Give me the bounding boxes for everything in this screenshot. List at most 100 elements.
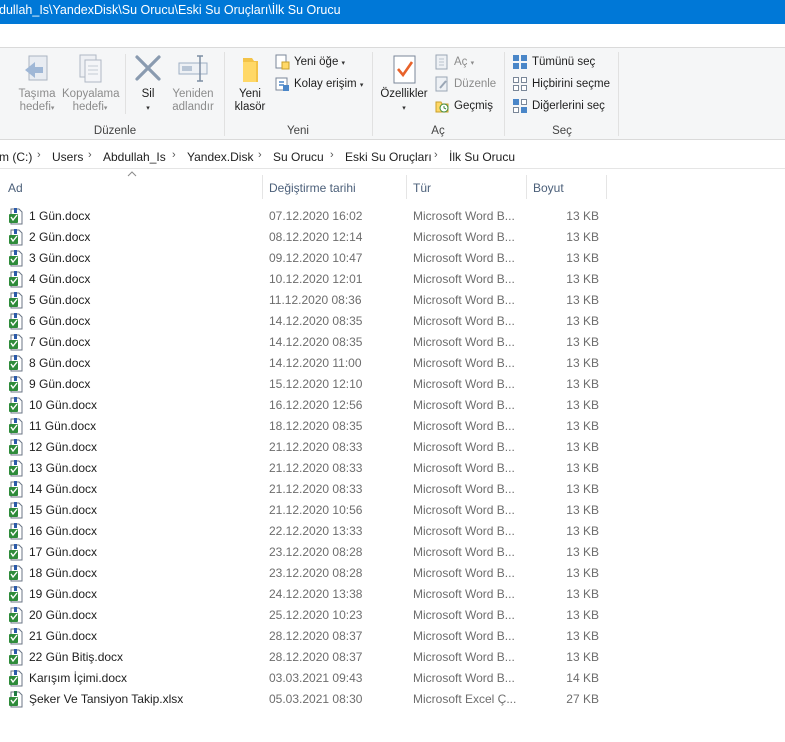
breadcrumb-user[interactable]: Abdullah_Is: [103, 150, 166, 164]
word-doc-icon: [8, 460, 24, 477]
breadcrumb-chevron-icon[interactable]: ›: [434, 149, 438, 161]
file-type: Microsoft Word B...: [413, 230, 515, 244]
file-row[interactable]: 2 Gün.docx 08.12.2020 12:14 Microsoft Word…: [0, 227, 610, 248]
word-doc-icon: [8, 250, 24, 267]
properties-button[interactable]: Özellikler ▾: [378, 52, 430, 115]
word-doc-icon: [8, 208, 24, 225]
edit-button[interactable]: Düzenle: [434, 74, 496, 94]
ribbon: Taşıma hedefi▾ Kopyalama hedefi▾ Sil ▾ Y…: [0, 48, 785, 140]
edit-icon: [434, 76, 450, 92]
file-row[interactable]: 1 Gün.docx 07.12.2020 16:02 Microsoft Word…: [0, 206, 610, 227]
file-type: Microsoft Word B...: [413, 398, 515, 412]
breadcrumb-chevron-icon[interactable]: ›: [88, 149, 92, 161]
file-modified-date: 14.12.2020 08:35: [269, 335, 363, 349]
file-name: 16 Gün.docx: [29, 524, 98, 538]
file-size: 13 KB: [566, 440, 599, 454]
file-type: Microsoft Word B...: [413, 314, 515, 328]
file-modified-date: 05.03.2021 08:30: [269, 692, 363, 706]
file-row[interactable]: 13 Gün.docx 21.12.2020 08:33 Microsoft Wor…: [0, 458, 610, 479]
delete-button[interactable]: Sil ▾: [130, 52, 166, 115]
breadcrumb-users[interactable]: Users: [52, 150, 83, 164]
breadcrumb-chevron-icon[interactable]: ›: [330, 149, 334, 161]
file-row[interactable]: 3 Gün.docx 09.12.2020 10:47 Microsoft Word…: [0, 248, 610, 269]
file-size: 13 KB: [566, 482, 599, 496]
file-row[interactable]: 10 Gün.docx 16.12.2020 12:56 Microsoft Wor…: [0, 395, 610, 416]
file-row[interactable]: 11 Gün.docx 18.12.2020 08:35 Microsoft Wor…: [0, 416, 610, 437]
file-row[interactable]: 21 Gün.docx 28.12.2020 08:37 Microsoft Wor…: [0, 626, 610, 647]
file-row[interactable]: Şeker Ve Tansiyon Takip.xlsx 05.03.2021 0…: [0, 689, 610, 710]
file-modified-date: 28.12.2020 08:37: [269, 629, 363, 643]
address-bar[interactable]: m (C:) › Users › Abdullah_Is › Yandex.Di…: [0, 145, 785, 169]
file-type: Microsoft Word B...: [413, 503, 515, 517]
file-row[interactable]: 9 Gün.docx 15.12.2020 12:10 Microsoft Word…: [0, 374, 610, 395]
column-header-type[interactable]: Tür: [407, 175, 526, 199]
column-divider[interactable]: [606, 175, 607, 199]
title-bar[interactable]: dullah_Is\YandexDisk\Su Orucu\Eski Su Or…: [0, 0, 785, 24]
invert-selection-button[interactable]: Diğerlerini seç: [512, 96, 605, 116]
ribbon-tab-strip: [0, 24, 785, 48]
breadcrumb-yandex-disk[interactable]: Yandex.Disk: [187, 150, 253, 164]
file-name: 19 Gün.docx: [29, 587, 98, 601]
select-none-button[interactable]: Hiçbirini seçme: [512, 74, 610, 94]
file-size: 13 KB: [566, 314, 599, 328]
history-button[interactable]: Geçmiş: [434, 96, 493, 116]
file-modified-date: 22.12.2020 13:33: [269, 524, 363, 538]
column-header-size[interactable]: Boyut: [527, 175, 607, 199]
word-doc-icon: [8, 418, 24, 435]
open-button[interactable]: Aç ▾: [434, 52, 474, 72]
file-name: 18 Gün.docx: [29, 566, 98, 580]
file-row[interactable]: 17 Gün.docx 23.12.2020 08:28 Microsoft Wor…: [0, 542, 610, 563]
move-to-icon: [21, 52, 53, 86]
file-type: Microsoft Word B...: [413, 545, 515, 559]
file-row[interactable]: 4 Gün.docx 10.12.2020 12:01 Microsoft Word…: [0, 269, 610, 290]
rename-button[interactable]: Yeniden adlandır: [168, 52, 218, 114]
group-select: Tümünü seç Hiçbirini seçme Diğerlerini s…: [506, 48, 618, 140]
file-size: 13 KB: [566, 419, 599, 433]
file-row[interactable]: 7 Gün.docx 14.12.2020 08:35 Microsoft Word…: [0, 332, 610, 353]
file-row[interactable]: 18 Gün.docx 23.12.2020 08:28 Microsoft Wor…: [0, 563, 610, 584]
file-name: 17 Gün.docx: [29, 545, 98, 559]
breadcrumb-eski-su-oruclari[interactable]: Eski Su Oruçları: [345, 150, 432, 164]
file-row[interactable]: 22 Gün Bitiş.docx 28.12.2020 08:37 Microso…: [0, 647, 610, 668]
rename-icon: [177, 52, 209, 86]
file-row[interactable]: 12 Gün.docx 21.12.2020 08:33 Microsoft Wor…: [0, 437, 610, 458]
column-header-name[interactable]: Ad: [0, 175, 262, 199]
file-name: 2 Gün.docx: [29, 230, 91, 244]
file-size: 13 KB: [566, 524, 599, 538]
file-row[interactable]: Karışım İçimi.docx 03.03.2021 09:43 Micros…: [0, 668, 610, 689]
file-size: 13 KB: [566, 377, 599, 391]
copy-to-button[interactable]: Kopyalama hedefi▾: [62, 52, 120, 115]
breadcrumb-su-orucu[interactable]: Su Orucu: [273, 150, 324, 164]
file-name: 14 Gün.docx: [29, 482, 98, 496]
breadcrumb-chevron-icon[interactable]: ›: [37, 149, 41, 161]
breadcrumb-current-folder[interactable]: İlk Su Orucu: [449, 150, 515, 164]
file-row[interactable]: 6 Gün.docx 14.12.2020 08:35 Microsoft Word…: [0, 311, 610, 332]
breadcrumb-drive[interactable]: m (C:): [0, 150, 32, 164]
breadcrumb-chevron-icon[interactable]: ›: [172, 149, 176, 161]
file-row[interactable]: 16 Gün.docx 22.12.2020 13:33 Microsoft Wor…: [0, 521, 610, 542]
file-row[interactable]: 15 Gün.docx 21.12.2020 10:56 Microsoft Wor…: [0, 500, 610, 521]
file-row[interactable]: 5 Gün.docx 11.12.2020 08:36 Microsoft Word…: [0, 290, 610, 311]
word-doc-icon: [8, 292, 24, 309]
file-size: 13 KB: [566, 461, 599, 475]
move-to-button[interactable]: Taşıma hedefi▾: [14, 52, 60, 115]
file-row[interactable]: 14 Gün.docx 21.12.2020 08:33 Microsoft Wor…: [0, 479, 610, 500]
select-all-icon: [512, 54, 528, 70]
copy-to-icon: [74, 52, 106, 86]
file-name: 9 Gün.docx: [29, 377, 91, 391]
group-label-open: Aç: [431, 125, 445, 137]
easy-access-button[interactable]: Kolay erişim ▾: [274, 74, 363, 94]
file-modified-date: 14.12.2020 11:00: [269, 356, 362, 370]
breadcrumb-chevron-icon[interactable]: ›: [258, 149, 262, 161]
file-row[interactable]: 8 Gün.docx 14.12.2020 11:00 Microsoft Word…: [0, 353, 610, 374]
easy-access-icon: [274, 76, 290, 92]
file-row[interactable]: 20 Gün.docx 25.12.2020 10:23 Microsoft Wor…: [0, 605, 610, 626]
new-item-button[interactable]: Yeni öğe ▾: [274, 52, 345, 72]
file-modified-date: 25.12.2020 10:23: [269, 608, 363, 622]
group-separator: [618, 52, 619, 136]
select-all-button[interactable]: Tümünü seç: [512, 52, 595, 72]
column-header-date[interactable]: Değiştirme tarihi: [263, 175, 406, 199]
file-row[interactable]: 19 Gün.docx 24.12.2020 13:38 Microsoft Wor…: [0, 584, 610, 605]
new-folder-button[interactable]: Yeni klasör: [230, 52, 270, 114]
word-doc-icon: [8, 628, 24, 645]
